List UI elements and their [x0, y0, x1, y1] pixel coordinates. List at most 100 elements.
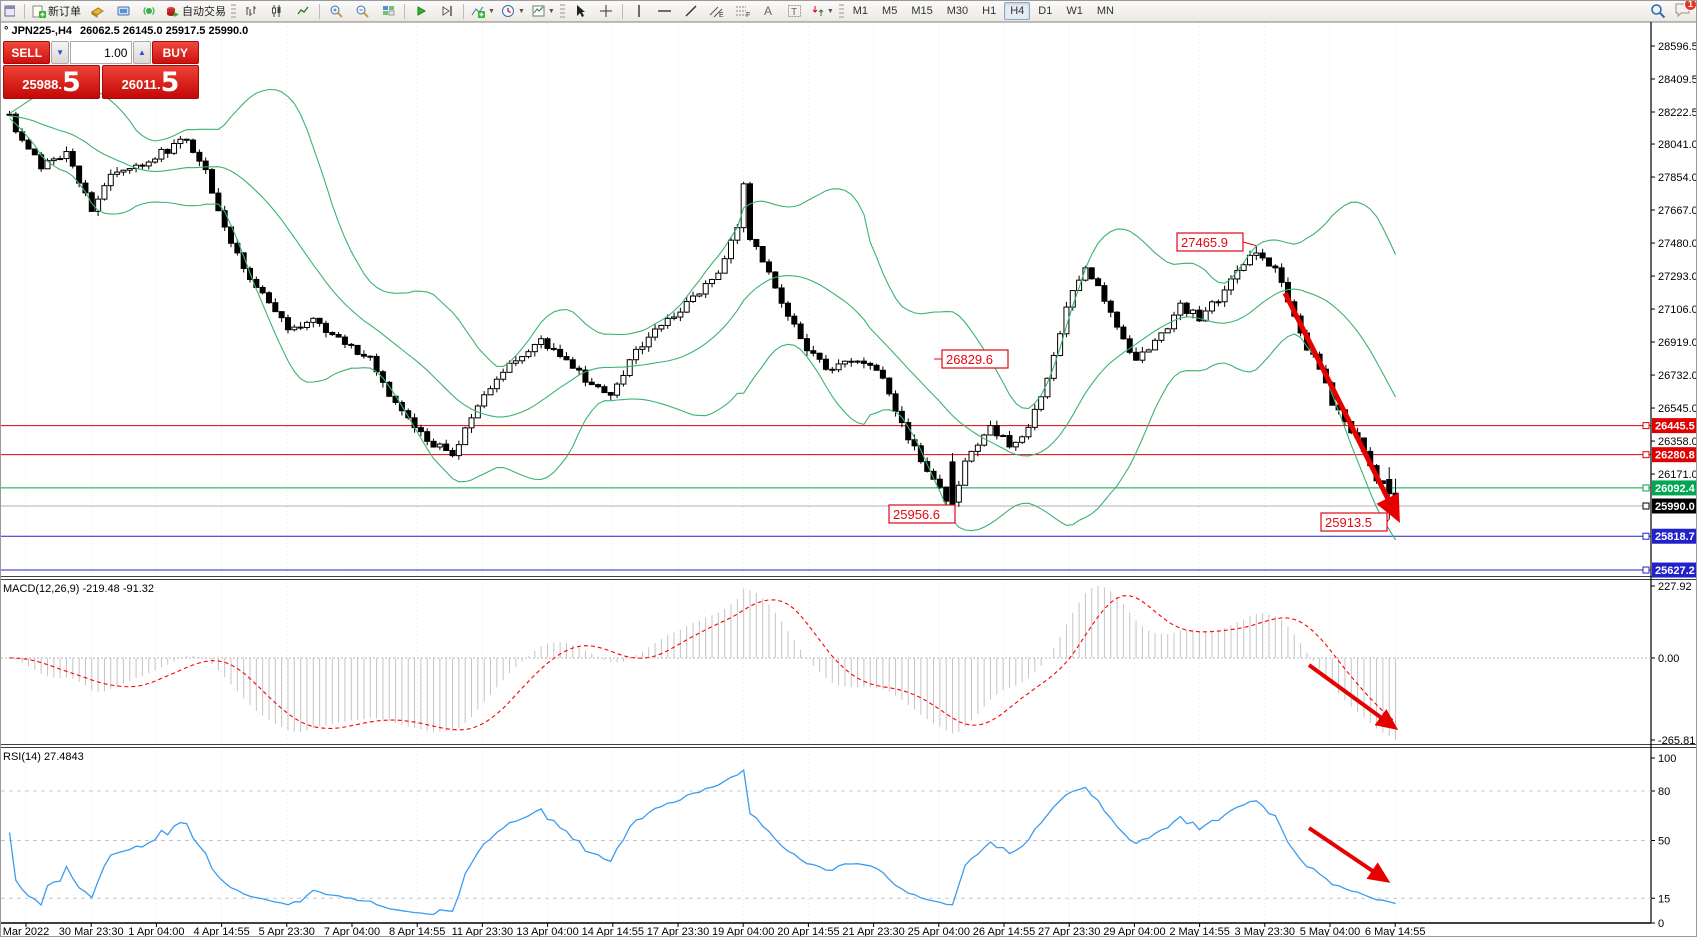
down-trend-arrow[interactable]	[1309, 828, 1386, 880]
rsi-axis-label: 15	[1658, 893, 1670, 905]
timeframe-button-w1[interactable]: W1	[1060, 2, 1089, 20]
text-label-icon: T	[787, 4, 802, 18]
buy-button[interactable]: BUY	[152, 41, 199, 64]
timeframe-button-h1[interactable]: H1	[976, 2, 1002, 20]
cursor-tool-button[interactable]	[567, 1, 593, 21]
auto-scroll-icon	[414, 4, 428, 18]
timeframe-button-mn[interactable]: MN	[1091, 2, 1120, 20]
timeframe-button-h4[interactable]: H4	[1004, 2, 1030, 20]
time-axis-label: 3 May 23:30	[1235, 926, 1296, 937]
zoom-out-button[interactable]	[349, 1, 375, 21]
macd-axis-label: 0.00	[1658, 653, 1679, 665]
signals-button[interactable]	[136, 1, 162, 21]
notifications-button[interactable]: 1	[1674, 2, 1692, 21]
price-axis-label: 26732.0	[1658, 370, 1697, 382]
price-axis-label: 28041.0	[1658, 139, 1697, 151]
template-chart-icon	[531, 4, 546, 19]
time-axis-label: 8 Apr 14:55	[389, 926, 445, 937]
market-watch-button[interactable]	[84, 1, 110, 21]
line-chart-mode-button[interactable]	[290, 1, 316, 21]
macd-indicator-label: MACD(12,26,9) -219.48 -91.32	[3, 583, 154, 595]
price-annotation-label[interactable]: 25913.5	[1321, 513, 1389, 531]
one-click-trading-widget: SELL ▼ 1.00 ▲ BUY 25988.5 26011.5	[3, 41, 199, 99]
timeframes-menu-button[interactable]: ▼	[498, 1, 528, 21]
pane-frames	[1, 22, 1697, 923]
annotation-price-text: 25956.6	[893, 507, 940, 522]
badge-price-text: 26445.5	[1655, 421, 1695, 433]
time-axis-label: 25 Apr 04:00	[908, 926, 970, 937]
zoom-in-button[interactable]	[323, 1, 349, 21]
price-axis-label: 28596.5	[1658, 41, 1697, 53]
clipped-window-icon[interactable]	[0, 1, 21, 21]
chart-shift-icon	[440, 4, 454, 18]
chart-drag-marker: °	[4, 25, 8, 37]
vertical-line-tool-button[interactable]	[626, 1, 652, 21]
horizontal-line-tool-button[interactable]	[652, 1, 678, 21]
chart-shift-button[interactable]	[434, 1, 460, 21]
search-icon[interactable]	[1650, 3, 1666, 19]
signal-icon	[142, 4, 157, 18]
time-axis-label: 5 May 04:00	[1300, 926, 1361, 937]
volume-input[interactable]: 1.00	[70, 41, 133, 64]
text-label-tool-button[interactable]: T	[782, 1, 808, 21]
dropdown-arrow-icon: ▼	[488, 8, 495, 15]
clock-icon	[501, 4, 516, 19]
svg-text:F: F	[746, 12, 750, 18]
tile-windows-button[interactable]	[375, 1, 401, 21]
down-trend-arrow[interactable]	[1285, 293, 1397, 517]
bar-chart-mode-button[interactable]	[238, 1, 264, 21]
crosshair-tool-button[interactable]	[593, 1, 619, 21]
price-annotation-label[interactable]: 26829.6	[934, 350, 1008, 368]
time-axis-label: 4 Apr 14:55	[193, 926, 249, 937]
fibonacci-tool-button[interactable]: F	[730, 1, 756, 21]
time-axis-label: 1 Apr 04:00	[128, 926, 184, 937]
annotation-price-text: 25913.5	[1325, 515, 1372, 530]
timeframe-button-d1[interactable]: D1	[1032, 2, 1058, 20]
volume-increase-button[interactable]: ▲	[133, 41, 150, 64]
sell-button[interactable]: SELL	[3, 41, 50, 64]
time-axis-label: 5 Apr 23:30	[259, 926, 315, 937]
gold-box-icon	[90, 4, 105, 18]
time-axis-label: 11 Apr 23:30	[452, 926, 514, 937]
badge-price-text: 25627.2	[1655, 565, 1695, 577]
sell-price-display[interactable]: 25988.5	[3, 65, 100, 99]
terminal-button[interactable]	[110, 1, 136, 21]
time-axis-label: 13 Apr 04:00	[516, 926, 578, 937]
timeframe-bar: M1M5M15M30H1H4D1W1MN	[846, 2, 1121, 20]
macd-histogram	[10, 586, 1396, 740]
price-annotation-label[interactable]: 27465.9	[1177, 233, 1256, 251]
templates-button[interactable]: ▼	[528, 1, 558, 21]
spinner-up-icon: ▲	[138, 48, 146, 57]
timeframe-button-m5[interactable]: M5	[876, 2, 903, 20]
arrows-tool-button[interactable]: ▼	[808, 1, 837, 21]
timeframe-button-m30[interactable]: M30	[941, 2, 974, 20]
horizontal-line-icon	[657, 4, 672, 18]
dropdown-arrow-icon: ▼	[827, 8, 834, 15]
bollinger-middle-band	[10, 116, 1396, 456]
equidistant-channel-tool-button[interactable]: E	[704, 1, 730, 21]
time-axis-label: 20 Apr 14:55	[777, 926, 839, 937]
chart-canvas[interactable]: 28596.528409.528222.528041.027854.027667…	[1, 1, 1697, 937]
candlesticks	[7, 111, 1398, 520]
macd-axis-label: -265.81	[1658, 735, 1695, 747]
candlestick-mode-button[interactable]	[264, 1, 290, 21]
volume-decrease-button[interactable]: ▼	[51, 41, 68, 64]
indicators-button[interactable]: ▼	[467, 1, 498, 21]
auto-scroll-button[interactable]	[408, 1, 434, 21]
text-tool-button[interactable]: A	[756, 1, 782, 21]
buy-price-display[interactable]: 26011.5	[102, 65, 199, 99]
trendline-tool-button[interactable]	[678, 1, 704, 21]
price-axis-label: 28409.5	[1658, 74, 1697, 86]
timeframe-button-m15[interactable]: M15	[905, 2, 938, 20]
badge-price-text: 26092.4	[1655, 483, 1696, 495]
price-annotation-label[interactable]: 25956.6	[889, 505, 955, 523]
auto-trading-button[interactable]: 自动交易	[162, 1, 229, 21]
macd-axis-label: 227.92	[1658, 581, 1692, 593]
time-axis-label: 21 Apr 23:30	[842, 926, 904, 937]
new-order-icon	[31, 4, 46, 19]
rsi-axis-label: 0	[1658, 918, 1664, 930]
svg-text:A: A	[764, 4, 772, 18]
time-axis-label: 17 Apr 23:30	[647, 926, 709, 937]
timeframe-button-m1[interactable]: M1	[847, 2, 874, 20]
new-order-button[interactable]: 新订单	[28, 1, 84, 21]
